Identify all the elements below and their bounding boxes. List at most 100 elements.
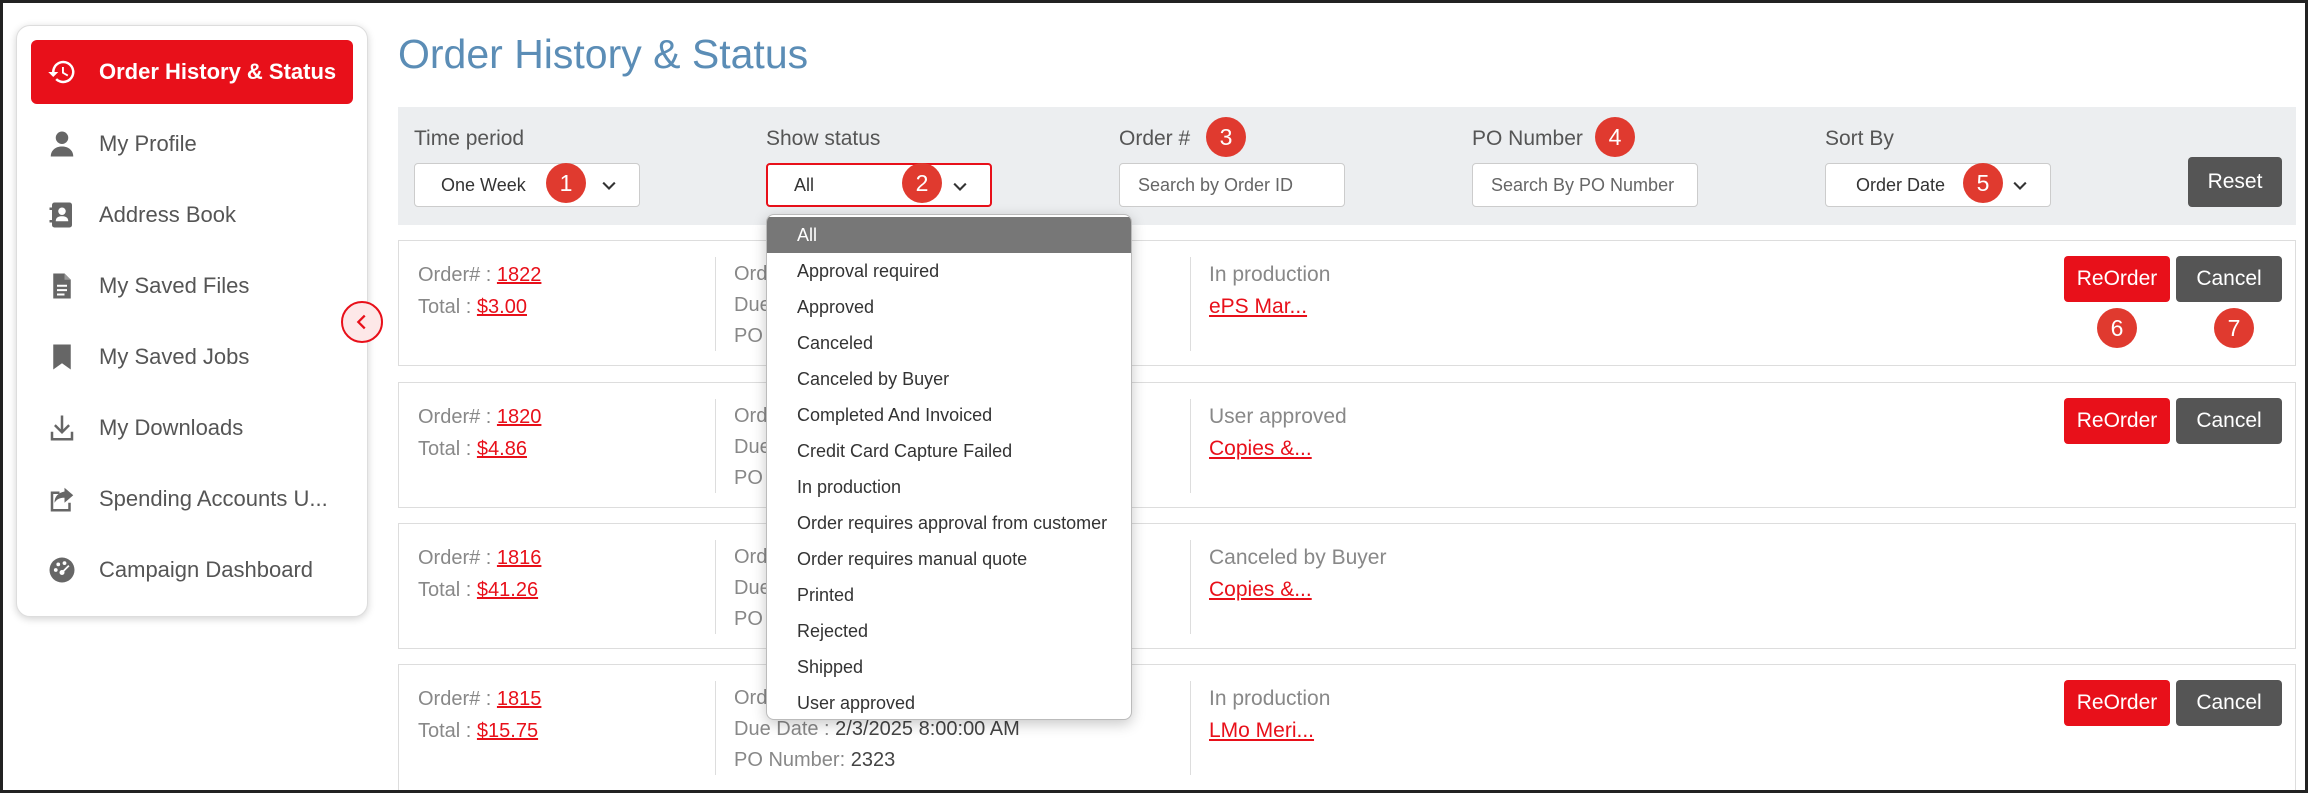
sidebar-item-saved-files[interactable]: My Saved Files <box>31 255 353 317</box>
order-number-link[interactable]: 1815 <box>497 688 542 710</box>
order-summary: Order# : 1820 Total : $4.86 <box>418 401 541 465</box>
status-option[interactable]: Approval required <box>767 253 1131 289</box>
file-icon <box>47 271 77 301</box>
po-number-input[interactable] <box>1491 174 1697 196</box>
status-option[interactable]: Canceled <box>767 325 1131 361</box>
status-option[interactable]: Order requires approval from customer <box>767 505 1131 541</box>
time-period-value: One Week <box>441 174 526 195</box>
order-card: Order# : 1815 Total : $15.75 Ord Due Dat… <box>398 664 2296 790</box>
sidebar-item-saved-jobs[interactable]: My Saved Jobs <box>31 326 353 388</box>
sidebar-item-label: Campaign Dashboard <box>99 557 314 582</box>
time-period-label: Time period <box>414 127 525 150</box>
order-total-link[interactable]: $3.00 <box>477 296 527 318</box>
sidebar: Order History & Status My Profile Addres… <box>16 25 368 617</box>
status-option[interactable]: Approved <box>767 289 1131 325</box>
total-label: Total : <box>418 438 472 460</box>
due-date-label: Due Date : <box>734 718 830 740</box>
status-option[interactable]: Rejected <box>767 613 1131 649</box>
order-summary: Order# : 1815 Total : $15.75 <box>418 683 541 747</box>
sidebar-item-spending-accounts[interactable]: Spending Accounts U... <box>31 468 353 530</box>
callout-badge-4: 4 <box>1595 117 1635 157</box>
status-option[interactable]: Order requires manual quote <box>767 541 1131 577</box>
cancel-button[interactable]: Cancel <box>2176 680 2282 726</box>
sort-by-select[interactable]: Order Date <box>1825 163 2051 207</box>
sort-by-value: Order Date <box>1856 174 1946 195</box>
column-divider <box>1190 399 1191 493</box>
order-number-link[interactable]: 1820 <box>497 406 542 428</box>
reorder-button[interactable]: ReOrder <box>2064 398 2170 444</box>
sidebar-item-label: Address Book <box>99 202 236 227</box>
product-link[interactable]: ePS Mar... <box>1209 295 1307 318</box>
product-link[interactable]: LMo Meri... <box>1209 719 1314 742</box>
order-card: Order# : 1822 Total : $3.00 Ord Due PO I… <box>398 240 2296 366</box>
order-label: Order# : <box>418 264 492 286</box>
status-option[interactable]: User approved <box>767 685 1131 719</box>
callout-badge-7: 7 <box>2214 308 2254 348</box>
po-number-label: PO Number <box>1472 127 1583 150</box>
order-label: Order# : <box>418 547 492 569</box>
total-label: Total : <box>418 296 472 318</box>
status-option[interactable]: In production <box>767 469 1131 505</box>
po-number-field[interactable] <box>1472 163 1698 207</box>
total-label: Total : <box>418 720 472 742</box>
sidebar-item-label: Order History & Status <box>99 59 337 84</box>
bookmark-icon <box>47 342 77 372</box>
status-option[interactable]: Canceled by Buyer <box>767 361 1131 397</box>
callout-badge-3: 3 <box>1206 117 1246 157</box>
status-option-all[interactable]: All <box>767 217 1131 253</box>
callout-badge-1: 1 <box>546 163 586 203</box>
order-label: Order# : <box>418 688 492 710</box>
product-link[interactable]: Copies &... <box>1209 437 1312 460</box>
column-divider <box>1190 681 1191 775</box>
order-status: In production LMo Meri... <box>1209 683 1330 747</box>
dashboard-icon <box>47 555 77 585</box>
show-status-select[interactable]: All <box>766 163 992 207</box>
total-label: Total : <box>418 579 472 601</box>
sidebar-item-label: My Saved Files <box>99 273 250 298</box>
chevron-down-icon <box>602 181 616 190</box>
reorder-button[interactable]: ReOrder <box>2064 680 2170 726</box>
share-icon <box>47 484 77 514</box>
show-status-value: All <box>794 174 815 195</box>
order-summary: Order# : 1816 Total : $41.26 <box>418 542 541 606</box>
order-total-link[interactable]: $41.26 <box>477 579 538 601</box>
history-icon <box>47 57 77 87</box>
order-number-field[interactable] <box>1119 163 1345 207</box>
status-option[interactable]: Completed And Invoiced <box>767 397 1131 433</box>
status-option[interactable]: Printed <box>767 577 1131 613</box>
sidebar-item-address-book[interactable]: Address Book <box>31 184 353 246</box>
time-period-select[interactable]: One Week <box>414 163 640 207</box>
chevron-left-icon <box>356 314 366 330</box>
sidebar-item-label: My Downloads <box>99 415 244 440</box>
cancel-button[interactable]: Cancel <box>2176 256 2282 302</box>
page-title: Order History & Status <box>398 31 809 77</box>
product-link[interactable]: Copies &... <box>1209 578 1312 601</box>
download-icon <box>47 413 77 443</box>
callout-badge-6: 6 <box>2097 308 2137 348</box>
order-number-input[interactable] <box>1138 174 1344 196</box>
sort-by-label: Sort By <box>1825 127 1894 150</box>
order-summary: Order# : 1822 Total : $3.00 <box>418 259 541 323</box>
sidebar-item-label: Spending Accounts U... <box>99 486 328 511</box>
order-number-link[interactable]: 1816 <box>497 547 542 569</box>
chevron-down-icon <box>953 182 967 191</box>
column-divider <box>715 681 716 775</box>
order-total-link[interactable]: $15.75 <box>477 720 538 742</box>
sidebar-item-campaign-dashboard[interactable]: Campaign Dashboard <box>31 539 353 601</box>
reorder-button[interactable]: ReOrder <box>2064 256 2170 302</box>
show-status-label: Show status <box>766 127 881 150</box>
column-divider <box>1190 540 1191 634</box>
status-option[interactable]: Shipped <box>767 649 1131 685</box>
sidebar-collapse-button[interactable] <box>341 301 383 343</box>
sidebar-item-downloads[interactable]: My Downloads <box>31 397 353 459</box>
cancel-button[interactable]: Cancel <box>2176 398 2282 444</box>
reset-button[interactable]: Reset <box>2188 157 2282 207</box>
status-text: Canceled by Buyer <box>1209 546 1387 569</box>
sidebar-item-order-history[interactable]: Order History & Status <box>31 40 353 104</box>
sidebar-item-my-profile[interactable]: My Profile <box>31 113 353 175</box>
status-option[interactable]: Credit Card Capture Failed <box>767 433 1131 469</box>
order-total-link[interactable]: $4.86 <box>477 438 527 460</box>
order-number-link[interactable]: 1822 <box>497 264 542 286</box>
order-card: Order# : 1820 Total : $4.86 Ord Due PO U… <box>398 382 2296 508</box>
callout-badge-5: 5 <box>1963 163 2003 203</box>
